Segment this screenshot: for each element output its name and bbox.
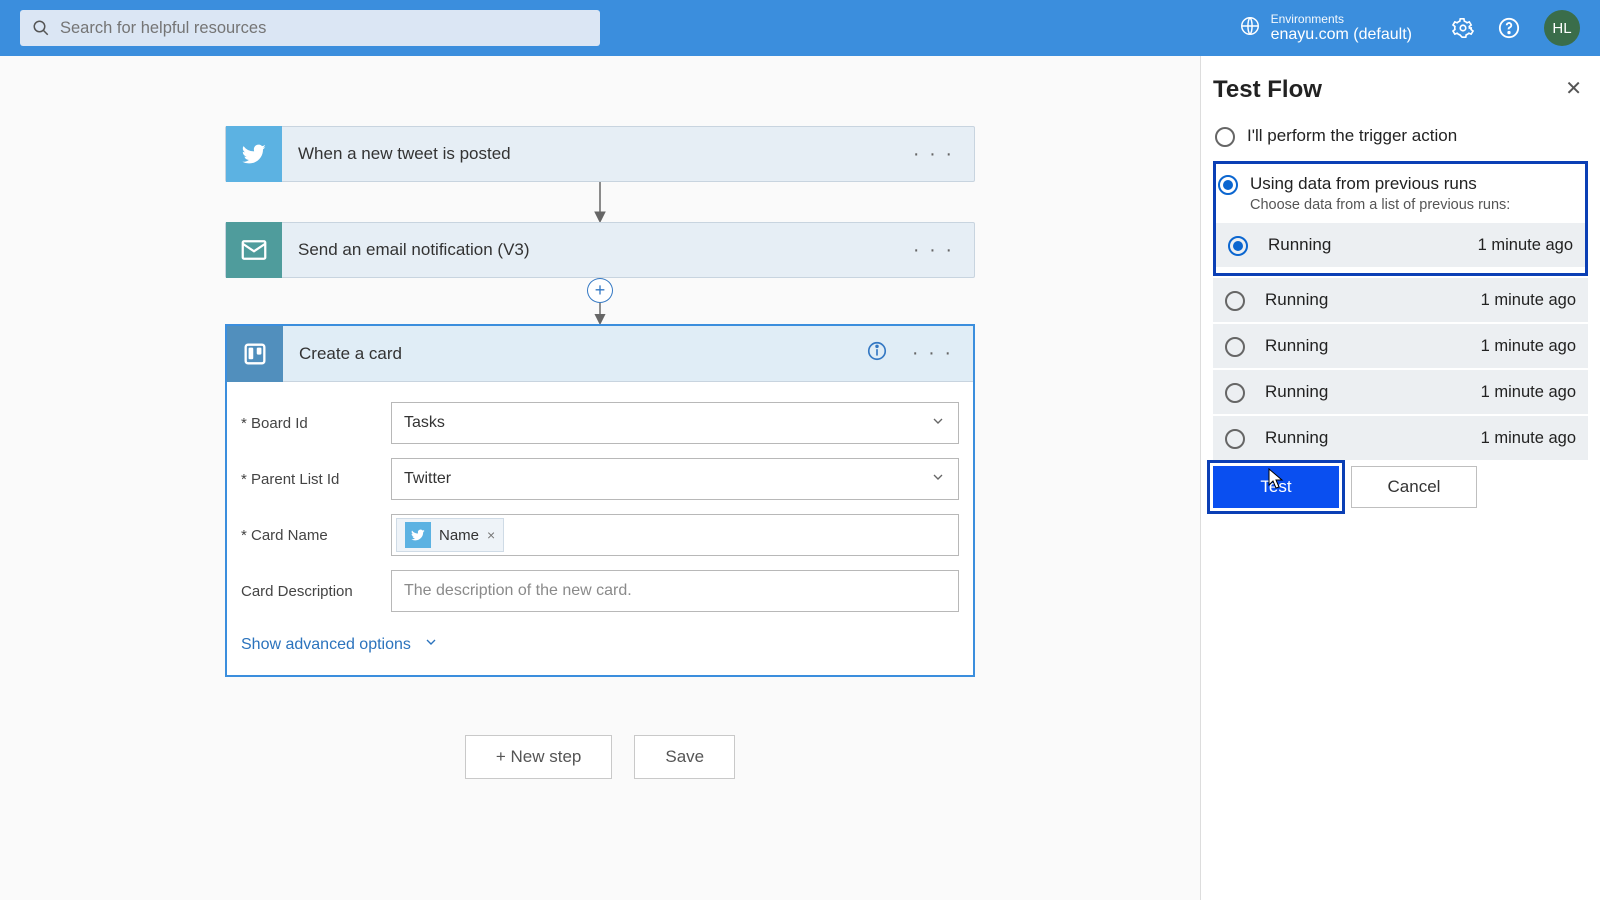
- trello-action-title: Create a card: [299, 344, 866, 364]
- plus-icon[interactable]: +: [587, 278, 613, 303]
- environment-label: Environments: [1271, 12, 1412, 26]
- trello-icon: [227, 326, 283, 382]
- email-action-title: Send an email notification (V3): [298, 240, 913, 260]
- card-description-input[interactable]: The description of the new card.: [391, 570, 959, 612]
- card-name-label: * Card Name: [241, 527, 391, 544]
- chevron-down-icon: [930, 469, 946, 490]
- radio-selected-icon[interactable]: [1228, 236, 1248, 256]
- chevron-down-icon: [930, 413, 946, 434]
- info-icon[interactable]: [866, 340, 888, 367]
- radio-selected-icon[interactable]: [1218, 175, 1238, 195]
- trigger-menu[interactable]: · · ·: [913, 143, 954, 166]
- help-icon[interactable]: [1498, 17, 1520, 39]
- run-item[interactable]: Running 1 minute ago: [1213, 324, 1588, 368]
- radio-icon[interactable]: [1225, 383, 1245, 403]
- top-bar: Environments enayu.com (default) HL: [0, 0, 1600, 56]
- option-manual-trigger[interactable]: I'll perform the trigger action: [1213, 122, 1588, 151]
- search-input-wrap[interactable]: [20, 10, 600, 46]
- radio-icon[interactable]: [1215, 127, 1235, 147]
- test-flow-panel: Test Flow ✕ I'll perform the trigger act…: [1200, 56, 1600, 900]
- new-step-button[interactable]: + New step: [465, 735, 613, 779]
- settings-icon[interactable]: [1452, 17, 1474, 39]
- email-action-menu[interactable]: · · ·: [913, 239, 954, 262]
- parent-list-label: * Parent List Id: [241, 471, 391, 488]
- environment-name: enayu.com (default): [1271, 26, 1412, 44]
- save-button[interactable]: Save: [634, 735, 735, 779]
- arrow-1: [590, 182, 610, 222]
- flow-canvas: When a new tweet is posted · · · Send an…: [0, 56, 1200, 900]
- email-action-card[interactable]: Send an email notification (V3) · · ·: [225, 222, 975, 278]
- radio-icon[interactable]: [1225, 429, 1245, 449]
- run-item[interactable]: Running 1 minute ago: [1216, 223, 1585, 267]
- trello-action-card: Create a card · · · * Board Id Tasks * P…: [225, 324, 975, 677]
- panel-title: Test Flow: [1213, 76, 1588, 104]
- run-list-rest: Running 1 minute ago Running 1 minute ag…: [1213, 278, 1588, 460]
- trigger-card[interactable]: When a new tweet is posted · · ·: [225, 126, 975, 182]
- twitter-icon: [405, 522, 431, 548]
- trello-action-header[interactable]: Create a card · · ·: [227, 326, 973, 382]
- mail-icon: [226, 222, 282, 278]
- dynamic-token[interactable]: Name ×: [396, 518, 504, 552]
- board-id-label: * Board Id: [241, 415, 391, 432]
- twitter-icon: [226, 126, 282, 182]
- run-list: Running 1 minute ago: [1216, 223, 1585, 267]
- board-id-select[interactable]: Tasks: [391, 402, 959, 444]
- search-input[interactable]: [60, 19, 588, 38]
- trigger-title: When a new tweet is posted: [298, 144, 913, 164]
- token-remove[interactable]: ×: [487, 527, 495, 543]
- environment-icon: [1239, 15, 1261, 42]
- add-step-node[interactable]: +: [587, 278, 613, 324]
- run-item[interactable]: Running 1 minute ago: [1213, 278, 1588, 322]
- run-item[interactable]: Running 1 minute ago: [1213, 416, 1588, 460]
- run-item[interactable]: Running 1 minute ago: [1213, 370, 1588, 414]
- environment-picker[interactable]: Environments enayu.com (default): [1239, 12, 1412, 44]
- highlighted-selection: Using data from previous runs Choose dat…: [1213, 161, 1588, 276]
- option-previous-runs[interactable]: Using data from previous runs Choose dat…: [1216, 170, 1585, 217]
- search-icon: [32, 19, 50, 37]
- cancel-button[interactable]: Cancel: [1351, 466, 1477, 508]
- close-icon[interactable]: ✕: [1565, 76, 1582, 101]
- show-advanced-options[interactable]: Show advanced options: [241, 634, 959, 655]
- card-name-input[interactable]: Name ×: [391, 514, 959, 556]
- card-description-label: Card Description: [241, 583, 391, 600]
- cursor-icon: [1268, 468, 1286, 490]
- chevron-down-icon: [423, 634, 439, 655]
- parent-list-select[interactable]: Twitter: [391, 458, 959, 500]
- trello-action-menu[interactable]: · · ·: [912, 342, 953, 365]
- radio-icon[interactable]: [1225, 291, 1245, 311]
- avatar[interactable]: HL: [1544, 10, 1580, 46]
- radio-icon[interactable]: [1225, 337, 1245, 357]
